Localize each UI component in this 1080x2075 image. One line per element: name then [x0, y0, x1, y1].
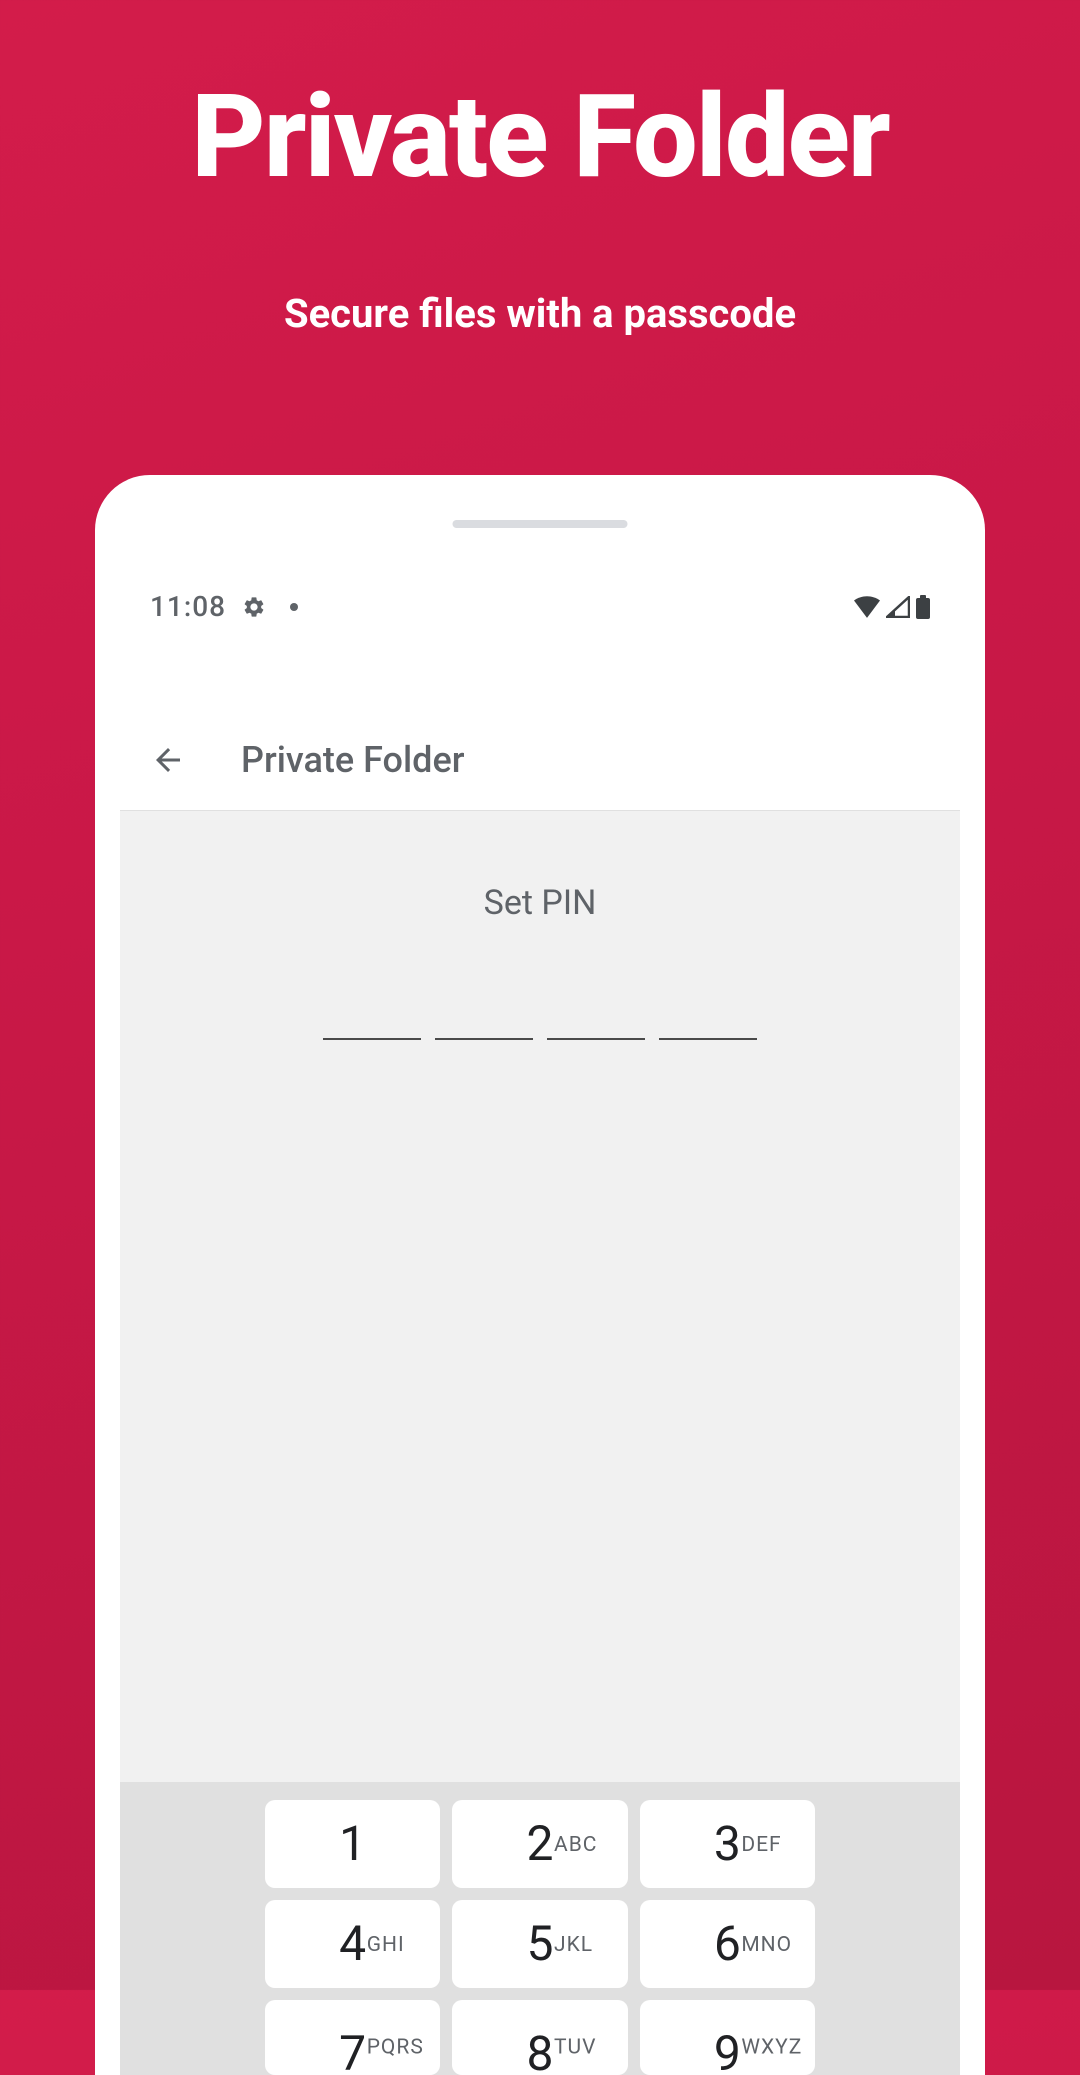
pin-slot-2: [435, 1038, 533, 1040]
key-9[interactable]: 9 WXYZ: [640, 2000, 815, 2075]
key-8[interactable]: 8 TUV: [452, 2000, 627, 2075]
signal-icon: [886, 596, 910, 618]
key-num: 6: [714, 1920, 741, 1968]
promo-subtitle: Secure files with a passcode: [0, 290, 1080, 337]
key-letters: GHI: [367, 1933, 405, 1957]
key-letters: ABC: [554, 1833, 597, 1857]
key-num: 8: [527, 2030, 554, 2075]
key-num: 9: [714, 2030, 741, 2075]
key-4[interactable]: 4 GHI: [265, 1900, 440, 1988]
device-notch: [453, 520, 628, 528]
key-letters: DEF: [741, 1833, 781, 1857]
wifi-icon: [854, 596, 880, 618]
back-arrow-icon[interactable]: [150, 742, 186, 778]
status-time: 11:08: [150, 590, 226, 623]
status-left: 11:08: [150, 590, 298, 623]
key-letters: WXYZ: [741, 2035, 802, 2059]
pin-slot-3: [547, 1038, 645, 1040]
pin-slot-1: [323, 1038, 421, 1040]
key-num: 5: [527, 1920, 554, 1968]
status-bar: 11:08: [150, 590, 930, 623]
pin-slot-4: [659, 1038, 757, 1040]
key-3[interactable]: 3 DEF: [640, 1800, 815, 1888]
status-dot-icon: [290, 603, 298, 611]
key-6[interactable]: 6 MNO: [640, 1900, 815, 1988]
battery-icon: [916, 595, 930, 619]
key-num: 4: [339, 1920, 366, 1968]
key-num: 1: [339, 1820, 366, 1868]
gear-icon: [242, 595, 266, 619]
key-num: 7: [339, 2030, 366, 2075]
appbar-title: Private Folder: [241, 739, 464, 781]
set-pin-label: Set PIN: [120, 883, 960, 923]
key-letters: PQRS: [367, 2035, 424, 2059]
key-letters: MNO: [741, 1933, 792, 1957]
content-area: Set PIN 1 2 ABC 3 DEF 4 GHI: [120, 810, 960, 2075]
key-letters: TUV: [554, 2035, 597, 2059]
key-5[interactable]: 5 JKL: [452, 1900, 627, 1988]
key-1[interactable]: 1: [265, 1800, 440, 1888]
key-2[interactable]: 2 ABC: [452, 1800, 627, 1888]
keypad: 1 2 ABC 3 DEF 4 GHI 5 JKL 6 MNO: [120, 1782, 960, 2075]
key-num: 2: [527, 1820, 554, 1868]
key-7[interactable]: 7 PQRS: [265, 2000, 440, 2075]
device-frame: 11:08 Private Folder Set PIN: [95, 475, 985, 2075]
status-right: [854, 595, 930, 619]
promo-title: Private Folder: [0, 70, 1080, 205]
key-letters: JKL: [554, 1933, 593, 1957]
key-num: 3: [714, 1820, 741, 1868]
pin-input[interactable]: [120, 1038, 960, 1040]
app-bar: Private Folder: [95, 720, 985, 800]
